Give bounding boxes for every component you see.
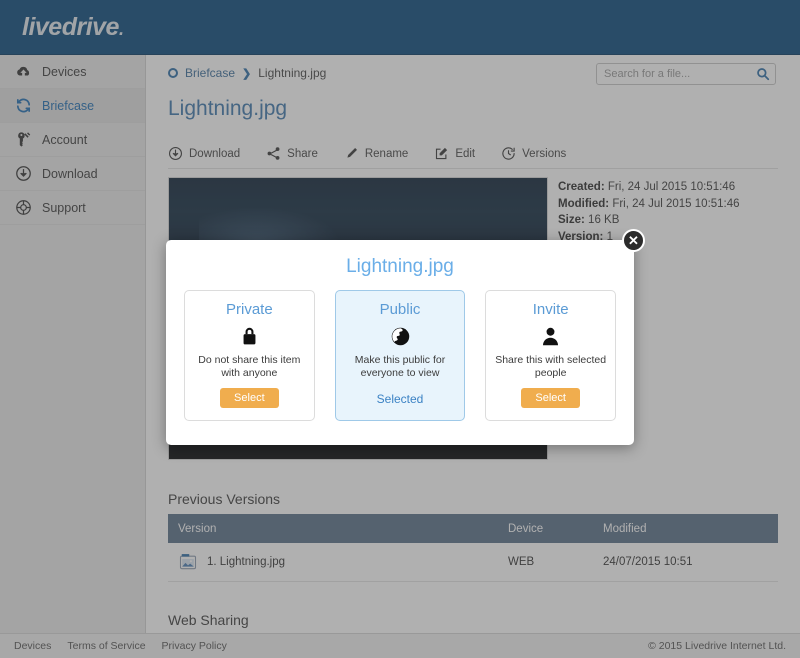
option-description: Make this public for everyone to view [354,354,446,379]
public-selected-label: Selected [376,392,424,406]
app-window: livedrive. Devices Briefcase Account Dow… [0,0,800,658]
option-title: Public [379,301,421,318]
person-icon [541,324,560,348]
select-invite-button[interactable]: Select [521,388,580,408]
share-option-private[interactable]: Private Do not share this item with anyo… [184,290,315,421]
share-option-invite[interactable]: Invite Share this with selected people S… [485,290,617,421]
option-description: Share this with selected people [495,354,607,379]
modal-title: Lightning.jpg [346,256,454,277]
share-option-public[interactable]: Public Make this public for everyone to … [334,290,466,421]
lock-icon [240,324,259,348]
sharing-options: Private Do not share this item with anyo… [184,290,617,421]
share-settings-modal: ✕ Lightning.jpg Private Do not share thi… [166,229,645,445]
close-icon[interactable]: ✕ [622,229,645,252]
option-description: Do not share this item with anyone [198,354,301,379]
option-title: Invite [532,301,569,318]
option-title: Private [225,301,273,318]
select-private-button[interactable]: Select [220,388,279,408]
globe-icon [390,324,411,348]
